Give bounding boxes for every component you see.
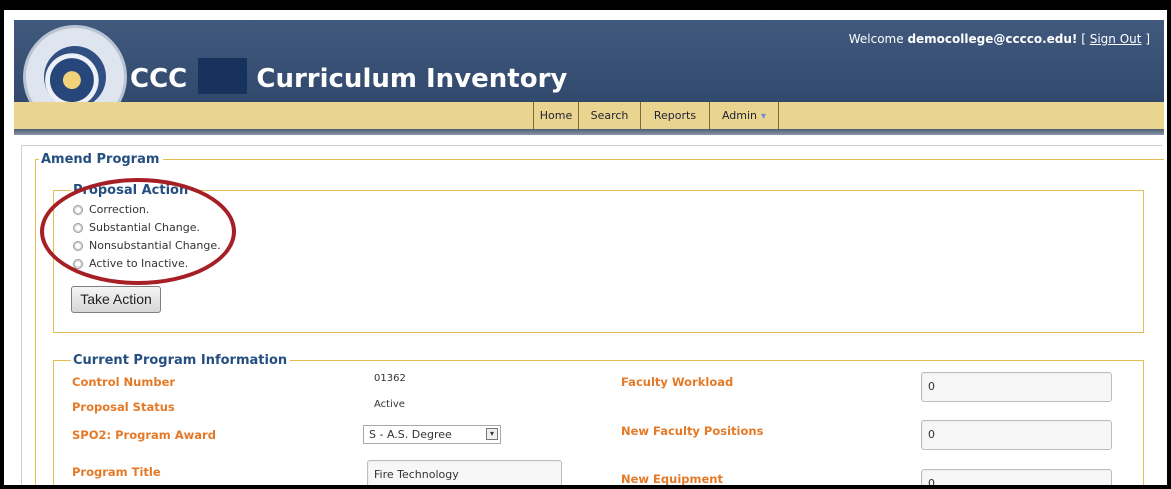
- seal-emblem: [44, 46, 106, 108]
- right-bracket: ]: [1145, 32, 1150, 46]
- take-action-button[interactable]: Take Action: [71, 286, 161, 313]
- new-equipment-input[interactable]: 0: [921, 469, 1112, 485]
- left-bracket: [: [1081, 32, 1086, 46]
- faculty-workload-label: Faculty Workload: [621, 375, 734, 389]
- new-faculty-positions-label: New Faculty Positions: [621, 424, 764, 438]
- program-award-selected-value: S - A.S. Degree: [369, 428, 452, 441]
- current-program-information-title: Current Program Information: [71, 353, 291, 368]
- nav-search[interactable]: Search: [578, 102, 640, 129]
- nav-reports[interactable]: Reports: [640, 102, 709, 129]
- amend-program-title: Amend Program: [39, 152, 164, 167]
- application-window: CCC Curriculum Inventory Welcome democol…: [0, 0, 1171, 489]
- new-equipment-label: New Equipment: [621, 472, 723, 486]
- faculty-workload-input[interactable]: 0: [921, 372, 1112, 402]
- title-prefix: CCC: [130, 64, 188, 94]
- nav-admin[interactable]: Admin: [709, 102, 779, 129]
- control-number-value: 01362: [374, 373, 406, 384]
- red-highlight-ellipse: [40, 178, 236, 285]
- user-email: democollege@cccco.edu!: [907, 32, 1078, 46]
- proposal-status-value: Active: [374, 399, 405, 410]
- sign-out-link[interactable]: Sign Out: [1090, 32, 1142, 46]
- new-faculty-positions-input[interactable]: 0: [921, 420, 1112, 450]
- redacted-block: [198, 58, 248, 94]
- nav-home[interactable]: Home: [533, 102, 578, 129]
- welcome-text: Welcome: [848, 32, 904, 46]
- header-shadow: [14, 129, 1164, 135]
- program-award-label: SPO2: Program Award: [72, 428, 216, 442]
- welcome-message: Welcome democollege@cccco.edu! [ Sign Ou…: [849, 32, 1150, 46]
- proposal-status-label: Proposal Status: [72, 400, 175, 414]
- page-app-title: CCC Curriculum Inventory: [130, 58, 567, 95]
- dropdown-arrow-icon[interactable]: ▾: [486, 428, 498, 440]
- program-award-select[interactable]: S - A.S. Degree ▾: [363, 425, 501, 444]
- control-number-label: Control Number: [72, 375, 176, 389]
- title-suffix: Curriculum Inventory: [256, 64, 568, 94]
- program-title-label: Program Title: [72, 465, 161, 479]
- program-title-input[interactable]: Fire Technology: [367, 460, 562, 485]
